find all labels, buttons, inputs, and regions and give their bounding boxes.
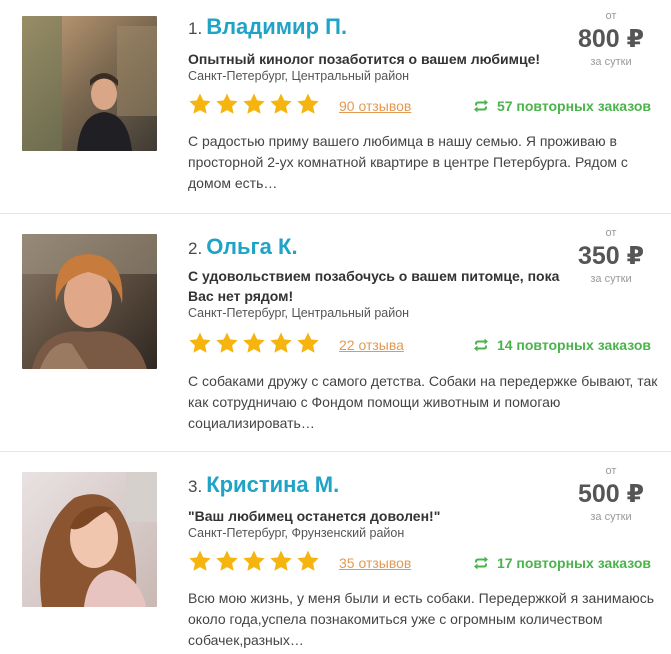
rating-stars: [188, 92, 320, 116]
repeat-orders-label: 14 повторных заказов: [496, 337, 651, 353]
name-row: 2. Ольга К.: [188, 234, 298, 264]
star-icon: [216, 550, 238, 571]
star-icon: [297, 332, 319, 353]
star-icon: [189, 332, 211, 353]
sitter-description: С радостью приму вашего любимца в нашу с…: [188, 133, 628, 191]
sitter-location: Санкт-Петербург, Центральный район: [188, 69, 410, 83]
repeat-icon: [473, 556, 488, 570]
sitter-photo[interactable]: [22, 234, 157, 369]
price-per-label: за сутки: [590, 273, 632, 285]
star-icon: [297, 93, 319, 114]
photo-image: [22, 472, 157, 607]
sitter-card[interactable]: 1. Владимир П. Опытный кинолог позаботит…: [0, 0, 671, 214]
star-icon: [189, 550, 211, 571]
rank-number: 3.: [188, 477, 203, 496]
price-per-label: за сутки: [590, 511, 632, 523]
sitter-description: С собаками дружу с самого детства. Собак…: [188, 373, 658, 431]
star-icon: [243, 550, 265, 571]
star-icon: [243, 93, 265, 114]
sitter-description: Всю мою жизнь, у меня были и есть собаки…: [188, 590, 655, 648]
repeat-orders: 14 повторных заказов: [473, 337, 651, 353]
price-amount: 350 ₽: [577, 242, 645, 270]
sitter-photo[interactable]: [22, 16, 157, 151]
price-box: от 350 ₽ за сутки: [571, 226, 651, 286]
star-icon: [216, 332, 238, 353]
rating-stars: [188, 549, 320, 573]
name-row: 3. Кристина М.: [188, 472, 339, 502]
sitter-list: 1. Владимир П. Опытный кинолог позаботит…: [0, 0, 671, 654]
sitter-headline: "Ваш любимец останется доволен!": [188, 508, 441, 524]
star-icon: [189, 93, 211, 114]
price-amount: 800 ₽: [577, 25, 645, 53]
star-icon: [270, 550, 292, 571]
photo-image: [22, 16, 157, 151]
price-from-label: от: [605, 465, 617, 477]
repeat-orders: 57 повторных заказов: [473, 98, 651, 114]
name-row: 1. Владимир П.: [188, 14, 347, 44]
price-from-label: от: [605, 227, 617, 239]
repeat-orders: 17 повторных заказов: [473, 555, 651, 571]
price-from-label: от: [605, 10, 617, 22]
rank-number: 1.: [188, 19, 203, 38]
price-amount: 500 ₽: [577, 480, 645, 508]
price-per-label: за сутки: [590, 56, 632, 68]
star-icon: [270, 93, 292, 114]
sitter-card[interactable]: 2. Ольга К. С удовольствием позабочусь о…: [0, 214, 671, 452]
reviews-link[interactable]: 35 отзывов: [339, 555, 411, 571]
photo-image: [22, 234, 157, 369]
repeat-icon: [473, 338, 488, 352]
price-box: от 800 ₽ за сутки: [571, 9, 651, 69]
sitter-card[interactable]: 3. Кристина М. "Ваш любимец останется до…: [0, 452, 671, 654]
repeat-orders-label: 17 повторных заказов: [496, 555, 651, 571]
rank-number: 2.: [188, 239, 203, 258]
sitter-location: Санкт-Петербург, Фрунзенский район: [188, 526, 405, 540]
star-icon: [297, 550, 319, 571]
repeat-orders-label: 57 повторных заказов: [496, 98, 651, 114]
sitter-photo[interactable]: [22, 472, 157, 607]
rating-stars: [188, 331, 320, 355]
star-icon: [270, 332, 292, 353]
sitter-name-link[interactable]: Ольга К.: [206, 234, 297, 260]
sitter-name-link[interactable]: Кристина М.: [206, 472, 339, 498]
reviews-link[interactable]: 90 отзывов: [339, 98, 411, 114]
star-icon: [243, 332, 265, 353]
star-icon: [216, 93, 238, 114]
sitter-headline: Опытный кинолог позаботится о вашем люби…: [188, 51, 541, 67]
sitter-name-link[interactable]: Владимир П.: [206, 14, 347, 40]
repeat-icon: [473, 99, 488, 113]
reviews-link[interactable]: 22 отзыва: [339, 337, 404, 353]
sitter-location: Санкт-Петербург, Центральный район: [188, 306, 410, 320]
price-box: от 500 ₽ за сутки: [571, 464, 651, 524]
sitter-headline: С удовольствием позабочусь о вашем питом…: [188, 268, 560, 304]
